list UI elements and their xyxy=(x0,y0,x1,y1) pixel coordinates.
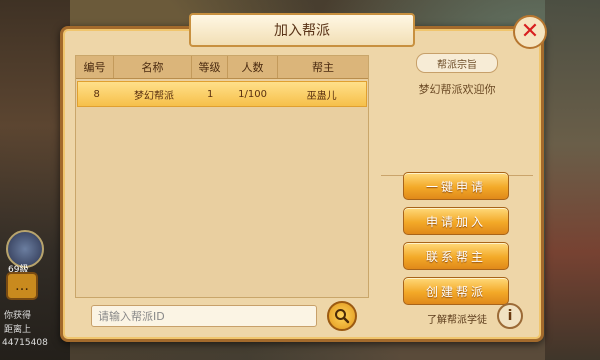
search-button[interactable] xyxy=(327,301,357,331)
chat-line: 你获得 xyxy=(4,311,32,321)
search-icon xyxy=(335,309,350,324)
cell-members: 1/100 xyxy=(238,88,267,100)
apply-join-button[interactable]: 申请加入 xyxy=(403,207,509,235)
tenet-text: 梦幻帮派欢迎你 xyxy=(418,83,496,96)
create-guild-button[interactable]: 创建帮派 xyxy=(403,277,509,305)
join-guild-dialog: 加入帮派 ✕ 编号 名称 等级 人数 帮主 8 梦幻帮派 1 1/100 巫蛊儿… xyxy=(60,13,547,342)
learn-apprentice-link[interactable]: 了解帮派学徒 xyxy=(427,311,487,326)
header-name: 名称 xyxy=(114,56,192,78)
header-members: 人数 xyxy=(228,56,278,78)
close-icon: ✕ xyxy=(520,19,540,44)
chat-line: 44715408 xyxy=(2,338,48,348)
close-button[interactable]: ✕ xyxy=(513,15,547,49)
guild-table: 编号 名称 等级 人数 帮主 8 梦幻帮派 1 1/100 巫蛊儿 xyxy=(75,55,369,298)
game-background-right xyxy=(545,0,600,360)
chat-line: 距离上 xyxy=(4,325,32,335)
tenet-label: 帮派宗旨 xyxy=(416,53,498,73)
guild-id-search-input[interactable] xyxy=(91,305,317,327)
info-button[interactable]: i xyxy=(497,303,523,329)
header-id: 编号 xyxy=(76,56,114,78)
table-header: 编号 名称 等级 人数 帮主 xyxy=(76,56,368,79)
cell-id: 8 xyxy=(93,88,100,100)
header-level: 等级 xyxy=(192,56,228,78)
info-icon: i xyxy=(507,308,513,324)
cell-leader: 巫蛊儿 xyxy=(306,90,337,102)
table-row[interactable]: 8 梦幻帮派 1 1/100 巫蛊儿 xyxy=(77,81,367,107)
cell-name: 梦幻帮派 xyxy=(133,90,174,102)
one-click-apply-button[interactable]: 一键申请 xyxy=(403,172,509,200)
contact-leader-button[interactable]: 联系帮主 xyxy=(403,242,509,270)
header-leader: 帮主 xyxy=(312,61,334,74)
cell-level: 1 xyxy=(206,88,214,100)
chat-icon[interactable]: … xyxy=(6,272,38,300)
dialog-title-plate: 加入帮派 xyxy=(189,13,415,47)
guild-info-panel: 帮派宗旨 梦幻帮派欢迎你 xyxy=(381,53,533,176)
dialog-title: 加入帮派 xyxy=(274,23,330,39)
